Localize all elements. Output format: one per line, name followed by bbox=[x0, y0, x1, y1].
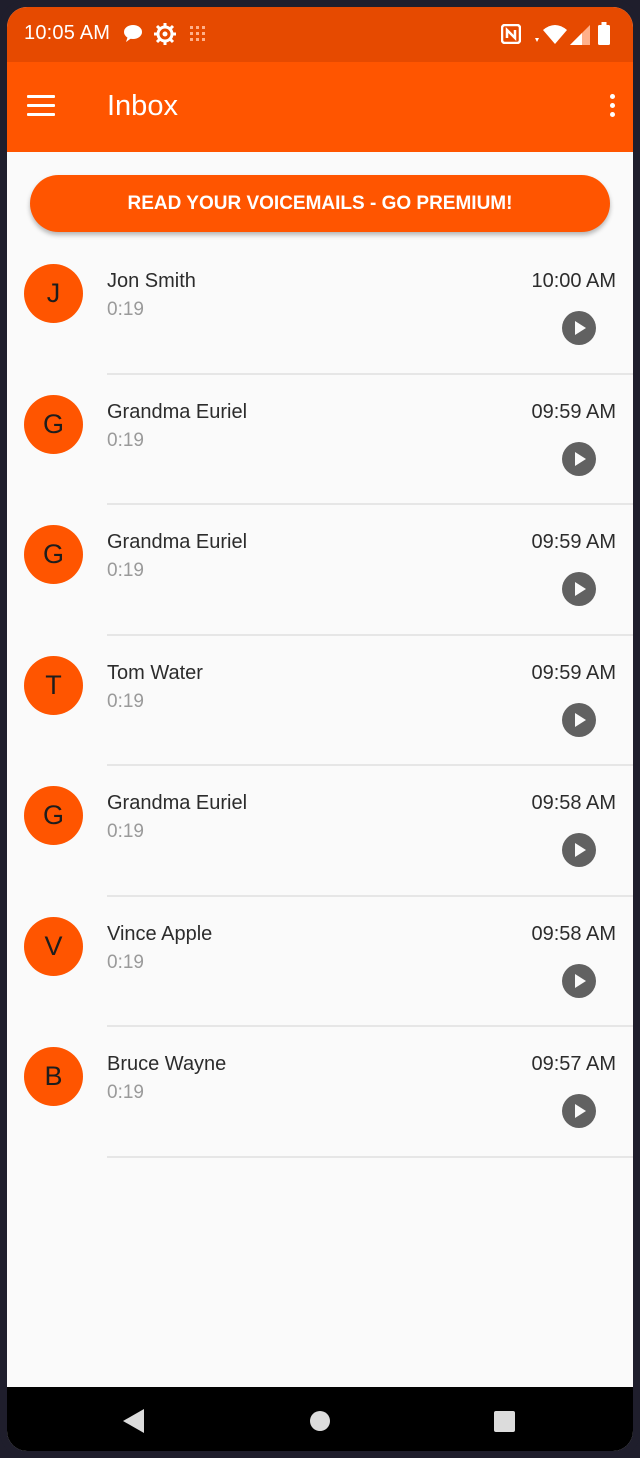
screen: 10:05 AM Inbox READ YOUR VOICEMAILS - GO… bbox=[7, 7, 633, 1451]
home-icon[interactable] bbox=[310, 1411, 330, 1431]
nfc-icon bbox=[501, 24, 521, 44]
gear-icon bbox=[154, 23, 176, 45]
caller-name: Tom Water bbox=[107, 661, 203, 684]
play-icon[interactable] bbox=[562, 572, 596, 606]
wifi-icon bbox=[535, 25, 567, 44]
voicemail-item[interactable]: G Grandma Euriel 0:19 09:59 AM bbox=[7, 505, 633, 636]
battery-icon bbox=[598, 22, 610, 45]
divider bbox=[107, 1155, 633, 1158]
voicemail-duration: 0:19 bbox=[107, 299, 144, 320]
voicemail-item[interactable]: J Jon Smith 0:19 10:00 AM bbox=[7, 244, 633, 375]
caller-name: Vince Apple bbox=[107, 922, 213, 945]
play-icon[interactable] bbox=[562, 1094, 596, 1128]
voicemail-duration: 0:19 bbox=[107, 1082, 144, 1103]
voicemail-time: 09:59 AM bbox=[531, 661, 616, 684]
voicemail-duration: 0:19 bbox=[107, 429, 144, 451]
system-nav-bar bbox=[7, 1387, 633, 1451]
page-title: Inbox bbox=[107, 90, 178, 122]
voicemail-time: 09:58 AM bbox=[531, 792, 616, 814]
voicemail-item[interactable]: T Tom Water 0:19 09:59 AM bbox=[7, 636, 633, 766]
play-icon[interactable] bbox=[562, 702, 596, 737]
app-bar: Inbox bbox=[7, 62, 633, 152]
avatar: B bbox=[24, 1047, 83, 1106]
play-icon[interactable] bbox=[562, 311, 596, 345]
go-premium-button[interactable]: READ YOUR VOICEMAILS - GO PREMIUM! bbox=[30, 175, 610, 232]
status-bar: 10:05 AM bbox=[7, 7, 633, 62]
caller-name: Grandma Euriel bbox=[107, 400, 248, 423]
voicemail-time: 09:58 AM bbox=[531, 922, 616, 945]
voicemail-duration: 0:19 bbox=[107, 951, 144, 973]
voicemail-item[interactable]: V Vince Apple 0:19 09:58 AM bbox=[7, 897, 633, 1027]
more-vert-icon[interactable] bbox=[607, 94, 617, 122]
caller-name: Grandma Euriel bbox=[107, 531, 248, 553]
caller-name: Jon Smith bbox=[107, 270, 196, 292]
play-icon[interactable] bbox=[562, 963, 596, 998]
voicemail-duration: 0:19 bbox=[107, 560, 144, 581]
avatar: T bbox=[24, 655, 83, 715]
avatar: G bbox=[24, 525, 83, 584]
caller-name: Grandma Euriel bbox=[107, 792, 248, 814]
voicemail-item[interactable]: B Bruce Wayne 0:19 09:57 AM bbox=[7, 1027, 633, 1158]
play-icon[interactable] bbox=[562, 441, 596, 476]
recents-icon[interactable] bbox=[494, 1411, 515, 1432]
voicemail-list: J Jon Smith 0:19 10:00 AM G Grandma Euri… bbox=[7, 244, 633, 1158]
back-icon[interactable] bbox=[123, 1409, 144, 1433]
device-frame: 10:05 AM Inbox READ YOUR VOICEMAILS - GO… bbox=[0, 0, 640, 1458]
status-time: 10:05 AM bbox=[24, 22, 111, 44]
signal-icon bbox=[570, 25, 590, 45]
play-icon[interactable] bbox=[562, 833, 596, 867]
voicemail-time: 09:59 AM bbox=[531, 400, 616, 423]
voicemail-duration: 0:19 bbox=[107, 821, 144, 842]
grid-icon bbox=[190, 26, 205, 41]
chat-bubble-icon bbox=[124, 25, 142, 42]
avatar: G bbox=[24, 786, 83, 845]
voicemail-time: 09:57 AM bbox=[531, 1053, 616, 1075]
voicemail-time: 10:00 AM bbox=[531, 270, 616, 292]
voicemail-item[interactable]: G Grandma Euriel 0:19 09:58 AM bbox=[7, 766, 633, 897]
voicemail-time: 09:59 AM bbox=[531, 531, 616, 553]
voicemail-duration: 0:19 bbox=[107, 690, 144, 712]
avatar: V bbox=[24, 916, 83, 976]
voicemail-item[interactable]: G Grandma Euriel 0:19 09:59 AM bbox=[7, 375, 633, 505]
avatar: J bbox=[24, 264, 83, 323]
caller-name: Bruce Wayne bbox=[107, 1053, 227, 1075]
avatar: G bbox=[24, 394, 83, 454]
hamburger-menu-icon[interactable] bbox=[27, 95, 55, 117]
